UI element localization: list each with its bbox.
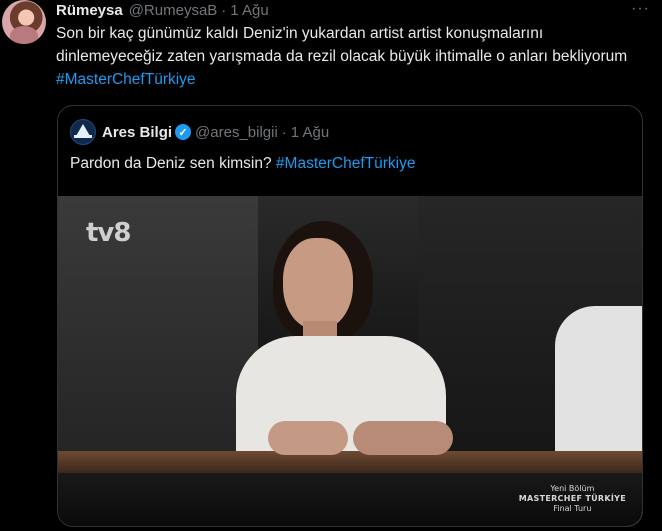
tweet-text: Son bir kaç günümüz kaldı Deniz'in yukar…	[56, 22, 646, 91]
contestant-arm-left	[268, 421, 348, 455]
tv8-logo: tv8	[86, 218, 131, 248]
quoted-tweet-date[interactable]: 1 Ağu	[291, 124, 329, 141]
quoted-author-avatar[interactable]	[70, 119, 96, 145]
separator-dot: ·	[221, 1, 227, 19]
overlay-line-1: Yeni Bölüm	[550, 484, 595, 493]
author-name[interactable]: Rümeysa	[56, 2, 123, 19]
quoted-tweet-text: Pardon da Deniz sen kimsin? #MasterChefT…	[70, 153, 415, 175]
tweet-date[interactable]: 1 Ağu	[230, 2, 268, 19]
quoted-tweet-header: Ares Bilgi ✓ @ares_bilgii · 1 Ağu	[70, 119, 329, 145]
verified-badge-icon: ✓	[175, 124, 192, 140]
quoted-hashtag-link[interactable]: #MasterChefTürkiye	[276, 155, 416, 172]
author-handle[interactable]: @RumeysaB	[129, 2, 218, 19]
quoted-separator-dot: ·	[281, 123, 287, 141]
tweet-text-content: Son bir kaç günümüz kaldı Deniz'in yukar…	[56, 25, 628, 65]
quoted-tweet[interactable]: Ares Bilgi ✓ @ares_bilgii · 1 Ağu Pardon…	[57, 105, 643, 527]
contestant-face	[283, 238, 353, 330]
tweet[interactable]: Rümeysa @RumeysaB · 1 Ağu ··· Son bir ka…	[0, 0, 662, 531]
quoted-author-name[interactable]: Ares Bilgi	[102, 124, 172, 141]
tweet-header: Rümeysa @RumeysaB · 1 Ağu	[56, 0, 269, 20]
broadcast-overlay: Yeni Bölüm MASTERCHEF TÜRKİYE Final Turu	[519, 484, 626, 514]
quoted-tweet-text-content: Pardon da Deniz sen kimsin?	[70, 155, 276, 172]
hashtag-link[interactable]: #MasterChefTürkiye	[56, 71, 196, 88]
contestant-arm-right	[353, 421, 453, 455]
wooden-counter	[58, 451, 642, 473]
overlay-line-2: MASTERCHEF TÜRKİYE	[518, 494, 626, 503]
more-options-icon[interactable]: ···	[631, 0, 650, 18]
quoted-author-handle[interactable]: @ares_bilgii	[195, 124, 278, 141]
overlay-line-3: Final Turu	[553, 504, 592, 513]
author-avatar[interactable]	[2, 0, 46, 44]
quoted-media-image[interactable]: tv8 Yeni Bölüm MASTERCHEF TÜRKİYE Final …	[58, 196, 642, 526]
